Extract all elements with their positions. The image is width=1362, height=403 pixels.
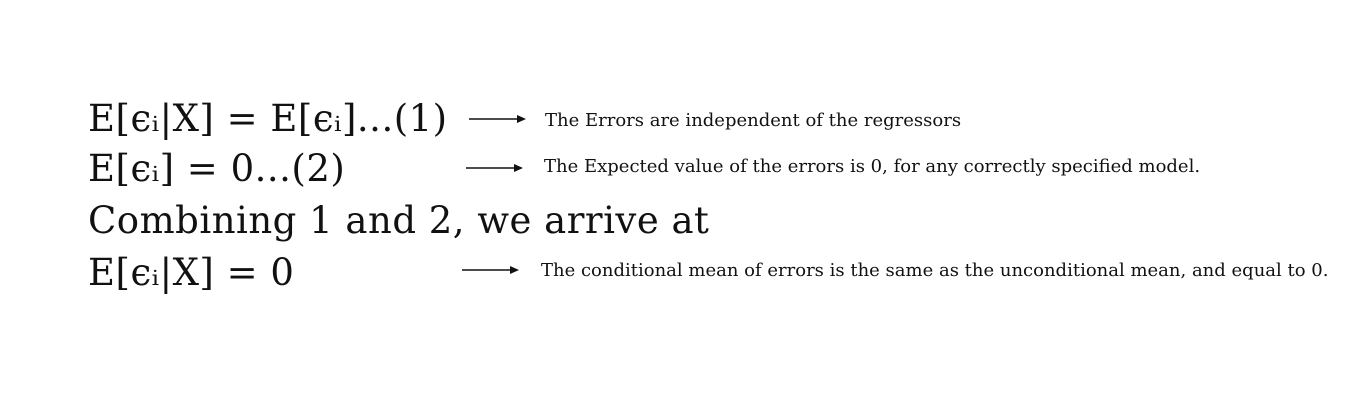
arrow-right-icon bbox=[466, 163, 524, 173]
annotation-expected-value: The Expected value of the errors is 0, f… bbox=[544, 156, 1201, 177]
equation-1: E[ϵᵢ|X] = E[ϵᵢ]...(1) bbox=[88, 97, 448, 140]
equation-2: E[ϵᵢ] = 0...(2) bbox=[88, 147, 346, 190]
page: { "equations": [ {"text": "E[ϵᵢ|X] = E[ϵ… bbox=[0, 0, 1362, 403]
annotation-independence: The Errors are independent of the regres… bbox=[545, 110, 962, 131]
arrow-right-icon bbox=[462, 265, 520, 275]
equation-result: E[ϵᵢ|X] = 0 bbox=[88, 251, 295, 294]
combining-statement: Combining 1 and 2, we arrive at bbox=[88, 199, 710, 242]
arrow-right-icon bbox=[469, 114, 527, 124]
annotation-conditional-mean: The conditional mean of errors is the sa… bbox=[541, 260, 1329, 281]
